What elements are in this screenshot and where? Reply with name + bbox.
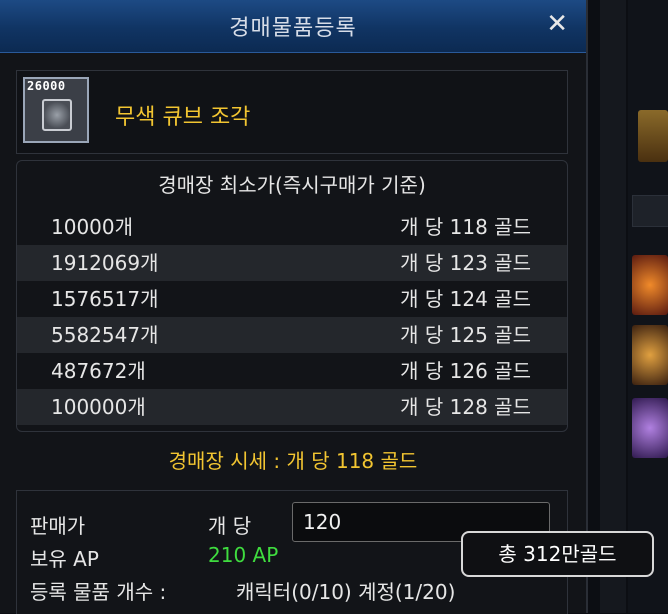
row-price: 개 당 126 골드: [400, 359, 531, 383]
row-price: 개 당 124 골드: [400, 287, 531, 311]
row-price: 개 당 128 골드: [400, 395, 531, 419]
row-quantity: 487672개: [51, 359, 146, 383]
background-skill-icon: [632, 255, 668, 315]
title-bar[interactable]: 경매물품등록 ✕: [0, 0, 586, 53]
table-row: 100000개 개 당 128 골드: [17, 389, 567, 425]
ap-label: 보유 AP: [30, 547, 99, 571]
row-price: 개 당 123 골드: [400, 251, 531, 275]
cube-glyph: [42, 99, 72, 131]
per-unit-label: 개 당: [208, 514, 252, 538]
close-icon[interactable]: ✕: [546, 9, 568, 39]
table-row: 5582547개 개 당 125 골드: [17, 317, 567, 353]
background-column: [600, 0, 626, 613]
row-quantity: 10000개: [51, 215, 134, 239]
row-price: 개 당 125 골드: [400, 323, 531, 347]
row-price: 개 당 118 골드: [400, 215, 531, 239]
register-count-value: 캐릭터(0/10) 계정(1/20): [236, 580, 456, 604]
price-rows: 10000개 개 당 118 골드 1912069개 개 당 123 골드 15…: [17, 209, 567, 425]
min-price-table: 경매장 최소가(즉시구매가 기준) 10000개 개 당 118 골드 1912…: [16, 160, 568, 432]
register-count-label: 등록 물품 개수 :: [30, 580, 167, 604]
min-price-header: 경매장 최소가(즉시구매가 기준): [17, 161, 567, 210]
background-tab: [632, 195, 668, 227]
table-row: 487672개 개 당 126 골드: [17, 353, 567, 389]
table-row: 1912069개 개 당 123 골드: [17, 245, 567, 281]
total-price-tooltip: 총 312만골드: [461, 531, 654, 577]
cube-fragment-icon[interactable]: 26000: [23, 77, 89, 143]
item-name: 무색 큐브 조각: [115, 105, 251, 130]
table-row: 10000개 개 당 118 골드: [17, 209, 567, 245]
row-quantity: 5582547개: [51, 323, 159, 347]
item-stack-count: 26000: [27, 79, 66, 93]
item-panel: 26000 무색 큐브 조각: [16, 70, 568, 154]
table-row: 1576517개 개 당 124 골드: [17, 281, 567, 317]
auction-register-window: 경매물품등록 ✕ 26000 무색 큐브 조각 경매장 최소가(즉시구매가 기준…: [0, 0, 588, 614]
row-quantity: 1576517개: [51, 287, 159, 311]
market-price: 경매장 시세 : 개 당 118 골드: [168, 449, 418, 473]
background-skill-icon: [632, 398, 668, 458]
row-quantity: 100000개: [51, 395, 146, 419]
background-skill-icon: [638, 110, 668, 162]
row-quantity: 1912069개: [51, 251, 159, 275]
window-title: 경매물품등록: [229, 16, 357, 41]
ap-value: 210 AP: [208, 543, 279, 567]
background-skill-icon: [632, 325, 668, 385]
sell-price-label: 판매가: [30, 514, 86, 538]
